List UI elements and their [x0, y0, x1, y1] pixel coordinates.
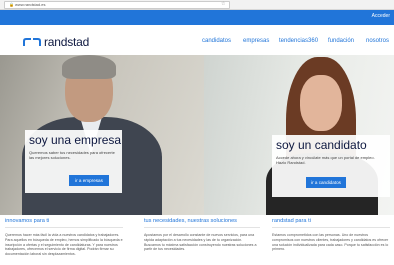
feature-divider — [272, 227, 390, 228]
candidate-panel-text: Accede ahora y vincúlate más que un port… — [276, 155, 375, 165]
url-text: www.randstad.es — [14, 2, 46, 7]
businessman-hair — [62, 55, 116, 79]
nav-fundacion[interactable]: fundación — [328, 38, 354, 44]
nav-candidatos[interactable]: candidatos — [202, 38, 231, 44]
feature-text-solutions: Apostamos por el desarrollo constante de… — [144, 233, 257, 252]
feature-heading-for-you[interactable]: randstad para ti — [272, 218, 311, 224]
lock-icon: 🔒 — [9, 2, 14, 7]
logo-wordmark: randstad — [44, 35, 90, 49]
feature-heading-innovation[interactable]: innovamos para ti — [5, 218, 49, 224]
top-utility-bar: Acceder — [0, 10, 394, 25]
feature-divider — [144, 227, 260, 228]
randstad-logo-icon — [23, 38, 41, 46]
browser-toolbar: 🔒www.randstad.es ☆ — [0, 0, 394, 10]
feature-heading-solutions[interactable]: tus necesidades, nuestras soluciones — [144, 218, 237, 224]
hero-banner: soy una empresa Queremos saber tus neces… — [0, 55, 394, 215]
business-cta-button[interactable]: ir a empresas — [69, 175, 109, 186]
site-header: randstad candidatos empresas tendencias3… — [0, 25, 394, 55]
nav-nosotros[interactable]: nosotros — [366, 38, 389, 44]
address-bar[interactable]: 🔒www.randstad.es — [4, 1, 230, 9]
star-icon[interactable]: ☆ — [221, 2, 225, 7]
candidate-panel: soy un candidato Accede ahora y vincúlat… — [272, 135, 390, 197]
nav-empresas[interactable]: empresas — [243, 38, 269, 44]
candidate-face — [300, 75, 342, 131]
login-link[interactable]: Acceder — [372, 13, 390, 19]
main-nav: candidatos empresas tendencias360 fundac… — [202, 38, 394, 48]
feature-text-for-you: Estamos comprometidos con las personas. … — [272, 233, 389, 252]
business-panel-title: soy una empresa — [29, 133, 122, 147]
business-panel: soy una empresa Queremos saber tus neces… — [25, 130, 122, 193]
nav-tendencias360[interactable]: tendencias360 — [279, 38, 318, 44]
business-panel-text: Queremos saber tus necesidades para ofre… — [29, 150, 115, 160]
feature-text-innovation: Queremos hacer más fácil la vida a nuest… — [5, 233, 123, 257]
candidate-panel-title: soy un candidato — [276, 138, 367, 152]
feature-divider — [5, 227, 123, 228]
randstad-logo[interactable]: randstad — [23, 35, 101, 49]
features-section: innovamos para ti Queremos hacer más fác… — [0, 215, 394, 265]
candidate-cta-button[interactable]: ir a candidatos — [306, 177, 346, 188]
